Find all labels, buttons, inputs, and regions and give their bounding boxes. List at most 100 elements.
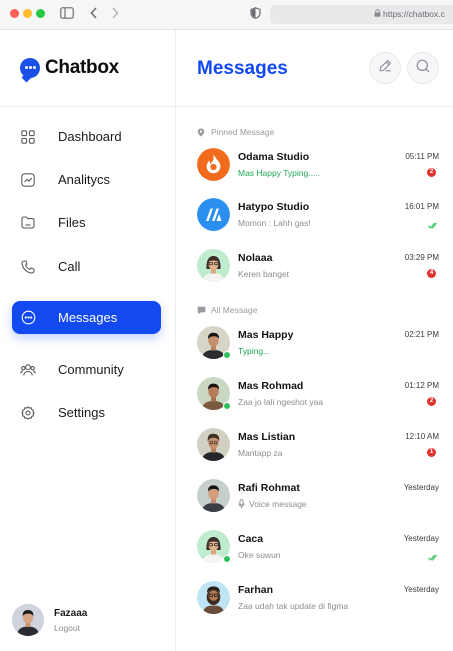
chat-time: Yesterday <box>403 483 439 492</box>
sidebar-item-label: Call <box>58 259 81 274</box>
sidebar-item-files[interactable]: Files <box>12 206 161 239</box>
back-icon[interactable] <box>90 6 98 24</box>
chat-preview: Typing... <box>238 346 271 356</box>
messages-panel: Messages Pinned Message Odama Studio Mas… <box>177 30 453 651</box>
phone-icon <box>20 259 36 275</box>
chat-item-nolaaa[interactable]: Nolaaa Keren banget 03:29 PM 4 <box>197 249 453 285</box>
avatar <box>197 148 230 181</box>
chat-name: Caca <box>238 533 264 545</box>
window-maximize-button[interactable] <box>36 9 45 18</box>
user-profile[interactable]: Fazaaa Logout <box>12 604 87 636</box>
sidebar-item-dashboard[interactable]: Dashboard <box>12 120 161 153</box>
chat-item-mas-rohmad[interactable]: Mas Rohmad Zaa jo lali ngeshot yaa 01:12… <box>197 377 453 413</box>
chat-item-mas-happy[interactable]: Mas Happy Typing... 02:21 PM <box>197 326 453 362</box>
sidebar-item-settings[interactable]: Settings <box>12 396 161 429</box>
sidebar-item-messages[interactable]: Messages <box>12 301 161 334</box>
chat-name: Rafi Rohmat <box>238 482 300 494</box>
brand[interactable]: Chatbox <box>20 57 119 79</box>
chat-time: 03:29 PM <box>404 253 439 262</box>
sidebar-item-label: Community <box>58 362 124 377</box>
chat-name: Mas Listian <box>238 431 296 443</box>
unread-badge: 1 <box>427 448 436 457</box>
chat-time: Yesterday <box>403 585 439 594</box>
chat-preview: Oke suwun <box>238 550 281 560</box>
chat-time: 12:10 AM <box>405 432 439 441</box>
forward-icon[interactable] <box>111 6 119 24</box>
avatar <box>197 377 231 410</box>
compose-button[interactable] <box>369 52 401 84</box>
window-minimize-button[interactable] <box>23 9 32 18</box>
read-check-icon <box>428 216 439 234</box>
sidebar-item-label: Files <box>58 215 86 230</box>
section-label-text: Pinned Message <box>211 127 275 137</box>
sidebar: Chatbox Dashboard Analitycs Files Call M… <box>0 30 176 651</box>
message-icon <box>197 306 206 315</box>
sidebar-item-call[interactable]: Call <box>12 250 161 283</box>
chat-preview: Zaa jo lali ngeshot yaa <box>238 397 324 407</box>
avatar <box>197 581 230 614</box>
privacy-shield-icon[interactable] <box>250 6 261 24</box>
unread-badge: 2 <box>427 168 436 177</box>
search-icon <box>416 59 430 78</box>
chat-item-farhan[interactable]: Farhan Zaa udah tak update di figma Yest… <box>197 581 453 617</box>
chat-time: 16:01 PM <box>404 202 439 211</box>
gear-icon <box>20 405 36 421</box>
chat-time: Yesterday <box>403 534 439 543</box>
pinned-section-label: Pinned Message <box>197 127 274 137</box>
search-button[interactable] <box>407 52 439 84</box>
chat-icon <box>20 310 36 326</box>
unread-badge: 4 <box>427 269 436 278</box>
chat-item-caca[interactable]: Caca Oke suwun Yesterday <box>197 530 453 566</box>
online-indicator <box>223 555 231 563</box>
chat-preview: Keren banget <box>238 269 290 279</box>
chat-time: 05:11 PM <box>405 152 439 161</box>
header-divider <box>177 106 453 107</box>
chat-item-odama-studio[interactable]: Odama Studio Mas Happy Typing..... 05:11… <box>197 148 453 184</box>
url-text: https://chatbox.c <box>383 9 445 19</box>
chart-icon <box>20 172 36 188</box>
avatar <box>197 479 230 512</box>
chat-item-mas-listian[interactable]: Mas Listian Mantapp za 12:10 AM 1 <box>197 428 453 464</box>
folder-icon <box>20 215 36 231</box>
chat-name: Hatypo Studio <box>238 201 310 213</box>
read-check-icon <box>428 548 439 566</box>
sidebar-item-label: Dashboard <box>58 129 122 144</box>
chat-name: Odama Studio <box>238 151 310 163</box>
avatar <box>197 326 231 359</box>
chat-time: 01:12 PM <box>404 381 439 390</box>
window-close-button[interactable] <box>10 9 19 18</box>
sidebar-item-analytics[interactable]: Analitycs <box>12 163 161 196</box>
grid-icon <box>20 129 36 145</box>
sidebar-toggle-icon[interactable] <box>60 6 74 24</box>
chat-time: 02:21 PM <box>404 330 439 339</box>
edit-icon <box>379 59 392 77</box>
chat-name: Mas Happy <box>238 329 294 341</box>
logout-link[interactable]: Logout <box>54 623 87 633</box>
chat-name: Mas Rohmad <box>238 380 304 392</box>
avatar <box>197 428 230 461</box>
sidebar-divider <box>0 106 176 107</box>
chat-preview: Mas Happy Typing..... <box>238 168 321 178</box>
users-icon <box>20 362 36 378</box>
sidebar-item-label: Settings <box>58 405 105 420</box>
all-section-label: All Message <box>197 305 257 315</box>
browser-toolbar: https://chatbox.c <box>0 0 453 30</box>
chat-item-hatypo-studio[interactable]: Hatypo Studio Momon : Lahh gas! 16:01 PM <box>197 198 453 234</box>
microphone-icon <box>238 499 245 509</box>
section-label-text: All Message <box>211 305 258 315</box>
online-indicator <box>223 402 231 410</box>
address-bar[interactable]: https://chatbox.c <box>270 5 453 24</box>
chat-name: Nolaaa <box>238 252 273 264</box>
sidebar-item-label: Messages <box>58 310 118 325</box>
avatar <box>197 530 231 563</box>
brand-name: Chatbox <box>45 57 119 78</box>
online-indicator <box>223 351 231 359</box>
chatbox-logo-icon <box>20 58 40 78</box>
sidebar-item-label: Analitycs <box>58 172 111 187</box>
avatar <box>197 198 230 231</box>
chat-item-rafi-rohmat[interactable]: Rafi Rohmat Voice message Yesterday <box>197 479 453 515</box>
avatar <box>197 249 230 282</box>
chat-preview: Voice message <box>238 499 307 509</box>
lock-icon <box>374 5 381 24</box>
sidebar-item-community[interactable]: Community <box>12 353 161 386</box>
